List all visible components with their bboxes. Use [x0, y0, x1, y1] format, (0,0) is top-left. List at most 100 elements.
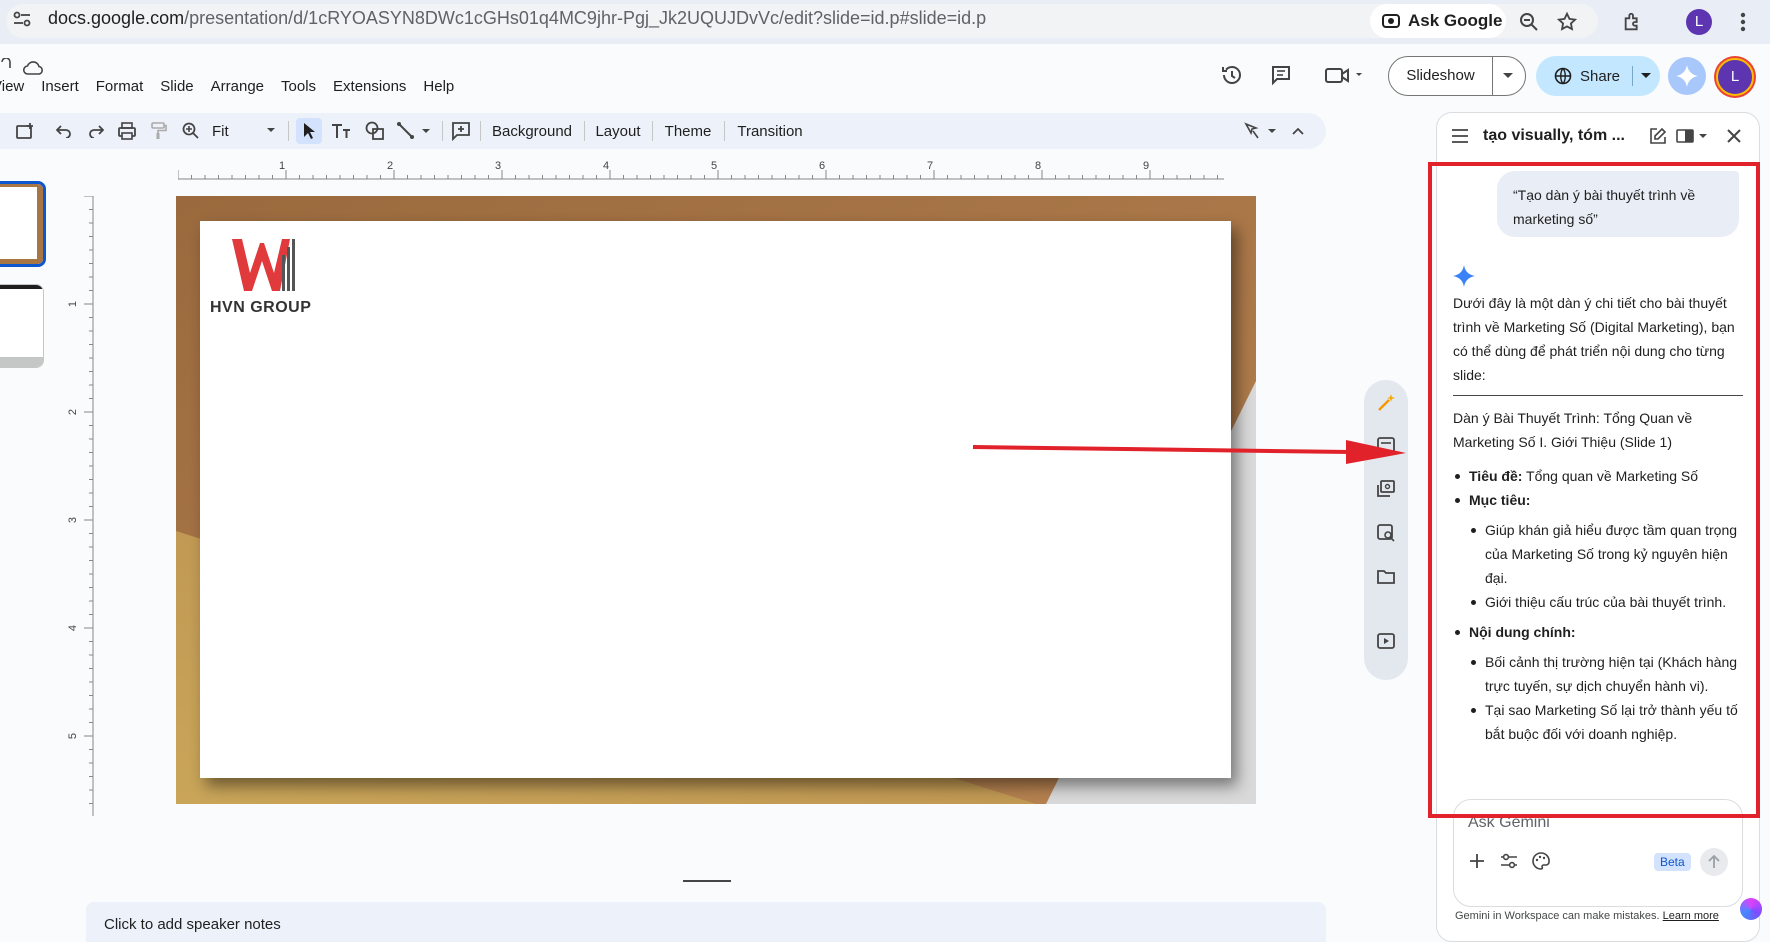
menu-format[interactable]: Format	[96, 78, 144, 95]
toolbar-divider	[652, 121, 653, 141]
slide-thumbnail-1[interactable]	[0, 181, 46, 267]
ruler-label: 4	[67, 624, 80, 632]
menu-view[interactable]: View	[0, 78, 24, 95]
ask-gemini-input[interactable]: Ask Gemini	[1468, 814, 1550, 832]
drive-folder-icon[interactable]	[1373, 564, 1399, 590]
image-search-icon[interactable]	[1373, 520, 1399, 546]
browser-menu-icon[interactable]	[1730, 9, 1756, 35]
notes-resize-handle[interactable]	[683, 880, 731, 882]
slideshow-label[interactable]: Slideshow	[1389, 57, 1493, 95]
slides-library-icon[interactable]	[1373, 476, 1399, 502]
ruler-label: 3	[67, 516, 80, 524]
menu-arrange[interactable]: Arrange	[211, 78, 264, 95]
menu-insert[interactable]: Insert	[41, 78, 79, 95]
logo-text: HVN GROUP	[210, 299, 312, 316]
paint-format-icon[interactable]	[146, 118, 172, 144]
ruler-label: 3	[495, 160, 502, 172]
share-button[interactable]: Share	[1536, 56, 1660, 96]
theme-button[interactable]: Theme	[658, 118, 718, 144]
learn-more-link[interactable]: Learn more	[1663, 910, 1719, 922]
slideshow-dropdown-icon[interactable]	[1502, 72, 1514, 80]
menu-tools[interactable]: Tools	[281, 78, 316, 95]
ask-google-button[interactable]: Ask Google	[1370, 4, 1506, 38]
slideshow-button[interactable]: Slideshow	[1388, 56, 1526, 96]
beta-badge: Beta	[1654, 853, 1691, 871]
globe-icon	[1554, 67, 1572, 85]
keep-icon[interactable]	[1373, 432, 1399, 458]
slide-content-area[interactable]: HVN GROUP	[200, 221, 1231, 778]
toolbar-divider	[724, 121, 725, 141]
new-chat-icon[interactable]	[1645, 123, 1671, 149]
ruler-label: 4	[603, 160, 610, 172]
response-intro: Dưới đây là một dàn ý chi tiết cho bài t…	[1453, 295, 1735, 383]
browser-profile-avatar[interactable]: L	[1686, 9, 1712, 35]
palette-icon[interactable]	[1528, 848, 1554, 874]
magic-wand-icon[interactable]	[1373, 390, 1399, 416]
ruler-label: 9	[1143, 160, 1150, 172]
ruler-label: 8	[1035, 160, 1042, 172]
side-panel-rail	[1364, 380, 1408, 680]
extensions-icon[interactable]	[1620, 9, 1646, 35]
ruler-label: 5	[67, 732, 80, 740]
menu-bar: View Insert Format Slide Arrange Tools E…	[0, 78, 471, 95]
menu-help[interactable]: Help	[423, 78, 454, 95]
share-dropdown-icon[interactable]	[1640, 72, 1652, 80]
list-item: Tại sao Marketing Số lại trở thành yếu t…	[1453, 698, 1743, 746]
select-tool-icon[interactable]	[296, 118, 322, 144]
send-button[interactable]	[1700, 848, 1728, 876]
panel-layout-icon[interactable]	[1673, 123, 1713, 149]
speaker-notes[interactable]: Click to add speaker notes	[86, 902, 1326, 942]
vertical-ruler	[84, 196, 94, 816]
new-slide-icon[interactable]	[12, 118, 38, 144]
redo-icon[interactable]	[84, 118, 108, 144]
sidebar-widget-icon[interactable]	[1740, 898, 1762, 920]
site-settings-icon[interactable]	[12, 9, 32, 29]
meet-call-icon[interactable]	[1322, 62, 1366, 88]
gemini-chat-title: tạo visually, tóm ...	[1483, 127, 1625, 144]
hvn-logo-mark	[232, 239, 295, 291]
gemini-button[interactable]	[1668, 57, 1706, 95]
edit-mode-icon[interactable]	[1244, 118, 1280, 144]
video-add-icon[interactable]	[1373, 628, 1399, 654]
ruler-label: 1	[279, 160, 286, 172]
background-button[interactable]: Background	[486, 118, 578, 144]
bookmark-star-icon[interactable]	[1554, 9, 1580, 35]
menu-slide[interactable]: Slide	[160, 78, 193, 95]
slide-canvas[interactable]: HVN GROUP	[176, 196, 1256, 804]
zoom-tool-icon[interactable]	[178, 118, 204, 144]
share-label: Share	[1580, 67, 1621, 85]
zoom-icon[interactable]	[1516, 9, 1542, 35]
response-divider	[1453, 395, 1743, 396]
print-icon[interactable]	[114, 118, 140, 144]
comments-icon[interactable]	[1268, 62, 1294, 88]
zoom-dropdown-icon	[267, 128, 275, 132]
ruler-label: 1	[67, 300, 80, 308]
account-avatar[interactable]: L	[1716, 58, 1754, 96]
url-text[interactable]: docs.google.com/presentation/d/1cRYOASYN…	[48, 8, 986, 29]
panel-menu-icon[interactable]	[1447, 123, 1473, 149]
gemini-sparkle-icon	[1676, 65, 1698, 87]
cloud-saved-icon[interactable]	[22, 60, 44, 76]
ruler-label: 5	[711, 160, 718, 172]
menu-extensions[interactable]: Extensions	[333, 78, 406, 95]
line-tool-icon[interactable]	[396, 118, 436, 144]
layout-button[interactable]: Layout	[590, 118, 646, 144]
toolbar-divider	[584, 121, 585, 141]
gemini-side-panel: tạo visually, tóm ... “Tạo dàn ý bài thu…	[1436, 112, 1760, 942]
list-item: Giúp khán giả hiểu được tầm quan trọng c…	[1453, 518, 1743, 590]
undo-icon[interactable]	[52, 118, 76, 144]
transition-button[interactable]: Transition	[730, 118, 810, 144]
insert-comment-icon[interactable]	[448, 118, 474, 144]
close-panel-icon[interactable]	[1721, 123, 1747, 149]
collapse-toolbar-icon[interactable]	[1286, 118, 1310, 144]
shape-icon[interactable]	[362, 118, 388, 144]
slide-thumbnail-2[interactable]	[0, 284, 44, 368]
add-icon[interactable]	[1464, 848, 1490, 874]
zoom-select[interactable]: Fit	[212, 118, 278, 144]
text-box-icon[interactable]	[328, 118, 354, 144]
ask-gemini-box[interactable]: Ask Gemini Beta	[1453, 799, 1743, 907]
version-history-icon[interactable]	[1219, 62, 1245, 88]
ruler-label: 7	[927, 160, 934, 172]
ruler-label: 2	[67, 408, 80, 416]
tools-settings-icon[interactable]	[1496, 848, 1522, 874]
